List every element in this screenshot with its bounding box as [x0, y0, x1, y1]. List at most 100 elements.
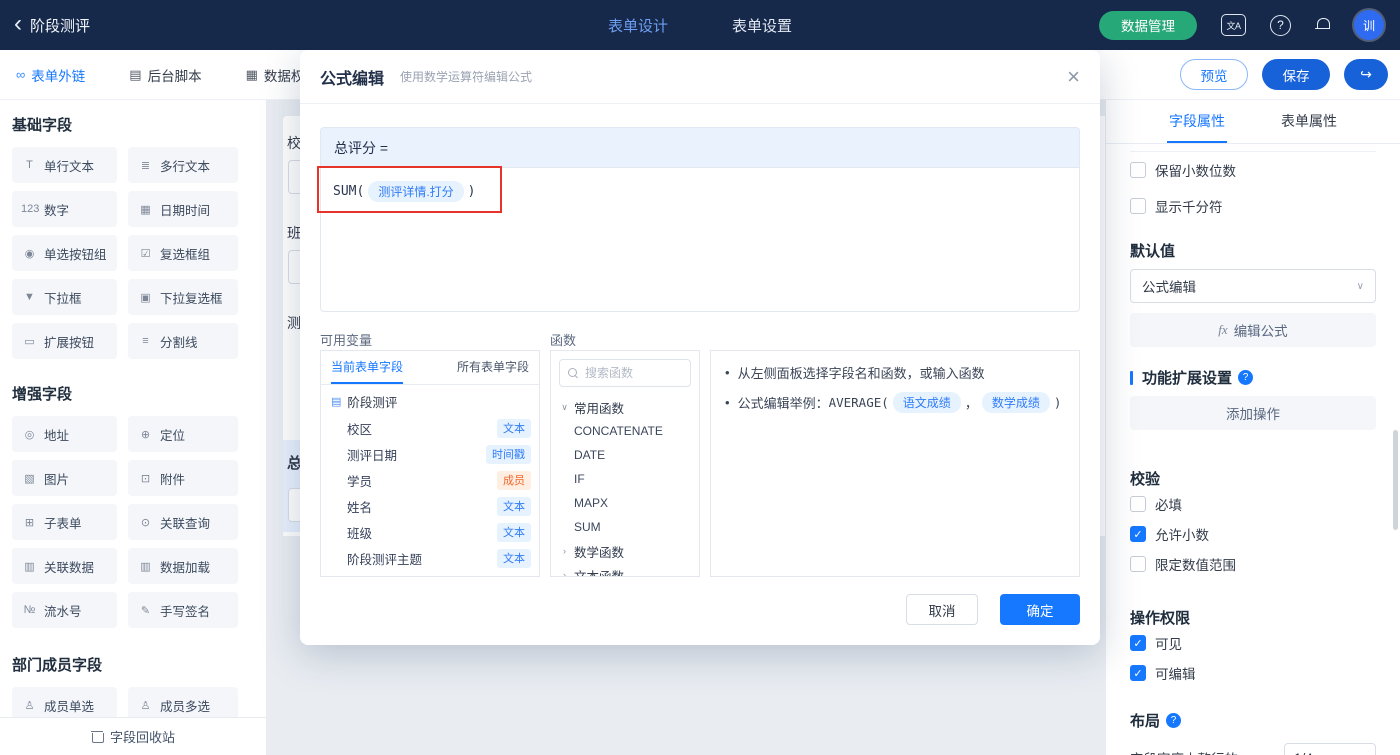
modal-header: 公式编辑 使用数学运算符编辑公式 ×: [300, 50, 1100, 104]
modal-title: 公式编辑: [320, 65, 384, 89]
checkbox-row[interactable]: 必填: [1130, 489, 1376, 519]
tab-form-settings[interactable]: 表单设置: [732, 15, 792, 36]
function-item[interactable]: MAPX: [551, 491, 699, 515]
checkbox[interactable]: [1130, 635, 1146, 651]
preview-button[interactable]: 预览: [1180, 59, 1248, 90]
tab-form-design[interactable]: 表单设计: [608, 15, 668, 36]
variable-item[interactable]: 校区 文本: [321, 415, 539, 441]
sidebar-field-button[interactable]: ▦ 日期时间: [128, 191, 238, 227]
notification-bell-icon[interactable]: [1315, 18, 1330, 33]
sidebar-field-button[interactable]: ▥ 关联数据: [12, 548, 117, 584]
sidebar-field-button[interactable]: ☑ 复选框组: [128, 235, 238, 271]
sidebar-field-button[interactable]: ◉ 单选按钮组: [12, 235, 117, 271]
back-icon[interactable]: ‹: [14, 12, 22, 36]
data-manage-button[interactable]: 数据管理: [1099, 11, 1197, 40]
share-button[interactable]: ↪: [1344, 59, 1388, 90]
properties-body: 保留小数位数 显示千分符 默认值 公式编辑 ∨ fx 编辑公式 功能扩展设置: [1106, 151, 1400, 755]
function-item[interactable]: SUM: [551, 515, 699, 539]
checkbox[interactable]: [1130, 198, 1146, 214]
checkbox-row[interactable]: 限定数值范围: [1130, 549, 1376, 579]
toolbar-link[interactable]: ∞ 表单外链: [16, 65, 85, 85]
checkbox-row[interactable]: 保留小数位数: [1130, 152, 1376, 188]
close-icon[interactable]: ×: [1067, 66, 1080, 88]
field-width-row: 字段宽度占整行的 1/4 ∨: [1130, 743, 1376, 755]
toolbar-link-label: 数据权: [264, 65, 305, 85]
checkbox-row[interactable]: 显示千分符: [1130, 188, 1376, 224]
checkbox-row[interactable]: 允许小数: [1130, 519, 1376, 549]
formula-input-area[interactable]: SUM( 测评详情.打分 ): [320, 167, 1080, 312]
example-field-pill: 语文成绩: [893, 392, 961, 413]
sidebar-field-button[interactable]: ≣ 多行文本: [128, 147, 238, 183]
avatar[interactable]: 训: [1354, 10, 1384, 40]
variable-item[interactable]: 班级 文本: [321, 519, 539, 545]
toolbar-link[interactable]: ▦ 数据权: [246, 65, 305, 85]
sidebar-field-button[interactable]: ▭ 扩展按钮: [12, 323, 117, 359]
checkbox[interactable]: [1130, 526, 1146, 542]
checkbox-label: 保留小数位数: [1155, 160, 1236, 180]
help-icon[interactable]: ?: [1270, 15, 1291, 36]
help-example-function: AVERAGE(: [829, 395, 889, 410]
field-icon: ⊕: [137, 428, 154, 441]
confirm-button[interactable]: 确定: [1000, 594, 1080, 625]
sidebar-field-button[interactable]: ▥ 数据加载: [128, 548, 238, 584]
help-circle-icon[interactable]: ?: [1238, 370, 1253, 385]
field-label: 扩展按钮: [44, 332, 94, 351]
tab-form-properties[interactable]: 表单属性: [1279, 100, 1339, 143]
function-search-input[interactable]: [585, 366, 682, 380]
variable-item[interactable]: 测评日期 时间戳: [321, 441, 539, 467]
sidebar-field-button[interactable]: T 单行文本: [12, 147, 117, 183]
variable-item[interactable]: 学员 成员: [321, 467, 539, 493]
scrollbar-thumb[interactable]: [1393, 430, 1398, 530]
sidebar-field-button[interactable]: ⊞ 子表单: [12, 504, 117, 540]
sidebar-field-button[interactable]: ▼ 下拉框: [12, 279, 117, 315]
variables-tree-root[interactable]: ▤ 阶段测评: [321, 387, 539, 415]
sidebar-field-button[interactable]: ✎ 手写签名: [128, 592, 238, 628]
help-line-1: • 从左侧面板选择字段名和函数，或输入函数: [725, 363, 1065, 382]
sidebar-field-button[interactable]: 123 数字: [12, 191, 117, 227]
function-item[interactable]: DATE: [551, 443, 699, 467]
sidebar-field-button[interactable]: ⊙ 关联查询: [128, 504, 238, 540]
save-button[interactable]: 保存: [1262, 59, 1330, 90]
help-circle-icon[interactable]: ?: [1166, 713, 1181, 728]
field-recycle-bin[interactable]: 字段回收站: [0, 717, 266, 755]
checkbox[interactable]: [1130, 665, 1146, 681]
checkbox[interactable]: [1130, 556, 1146, 572]
field-width-select[interactable]: 1/4 ∨: [1284, 743, 1376, 755]
default-value-select[interactable]: 公式编辑 ∨: [1130, 269, 1376, 303]
sidebar-field-button[interactable]: ⊡ 附件: [128, 460, 238, 496]
edit-formula-button[interactable]: fx 编辑公式: [1130, 313, 1376, 347]
checkbox[interactable]: [1130, 496, 1146, 512]
checkbox-row[interactable]: 可编辑: [1130, 658, 1376, 688]
validation-title: 校验: [1130, 468, 1376, 489]
function-group[interactable]: › 文本函数: [551, 563, 699, 577]
checkbox-row[interactable]: 可见: [1130, 628, 1376, 658]
checkbox[interactable]: [1130, 162, 1146, 178]
sidebar-field-button[interactable]: ◎ 地址: [12, 416, 117, 452]
tab-field-properties[interactable]: 字段属性: [1167, 100, 1227, 143]
function-group-common[interactable]: ∨ 常用函数: [551, 395, 699, 419]
sidebar-field-button[interactable]: ≡ 分割线: [128, 323, 238, 359]
formula-field-pill[interactable]: 测评详情.打分: [368, 181, 463, 202]
function-item[interactable]: IF: [551, 467, 699, 491]
field-icon: ◎: [21, 428, 38, 441]
sidebar-field-button[interactable]: ⊕ 定位: [128, 416, 238, 452]
toolbar-links: ∞ 表单外链 ▤ 后台脚本 ▦ 数据权: [0, 65, 304, 85]
function-item[interactable]: CONCATENATE: [551, 419, 699, 443]
variable-item[interactable]: 阶段测评主题 文本: [321, 545, 539, 571]
function-search: [559, 359, 691, 387]
tab-all-form-fields[interactable]: 所有表单字段: [457, 351, 529, 384]
function-group[interactable]: › 数学函数: [551, 539, 699, 563]
tab-current-form-fields[interactable]: 当前表单字段: [331, 351, 403, 384]
variable-item[interactable]: 姓名 文本: [321, 493, 539, 519]
language-icon[interactable]: 文A: [1221, 14, 1246, 36]
canvas-field-label: 校: [287, 133, 301, 153]
add-action-button[interactable]: 添加操作: [1130, 396, 1376, 430]
help-text: 从左侧面板选择字段名和函数，或输入函数: [738, 363, 985, 382]
sidebar-field-button[interactable]: № 流水号: [12, 592, 117, 628]
recycle-bin-label: 字段回收站: [110, 727, 175, 746]
function-group-label: 数学函数: [574, 542, 624, 561]
toolbar-link[interactable]: ▤ 后台脚本: [129, 65, 201, 85]
sidebar-field-button[interactable]: ▣ 下拉复选框: [128, 279, 238, 315]
cancel-button[interactable]: 取消: [906, 594, 978, 625]
sidebar-field-button[interactable]: ▧ 图片: [12, 460, 117, 496]
